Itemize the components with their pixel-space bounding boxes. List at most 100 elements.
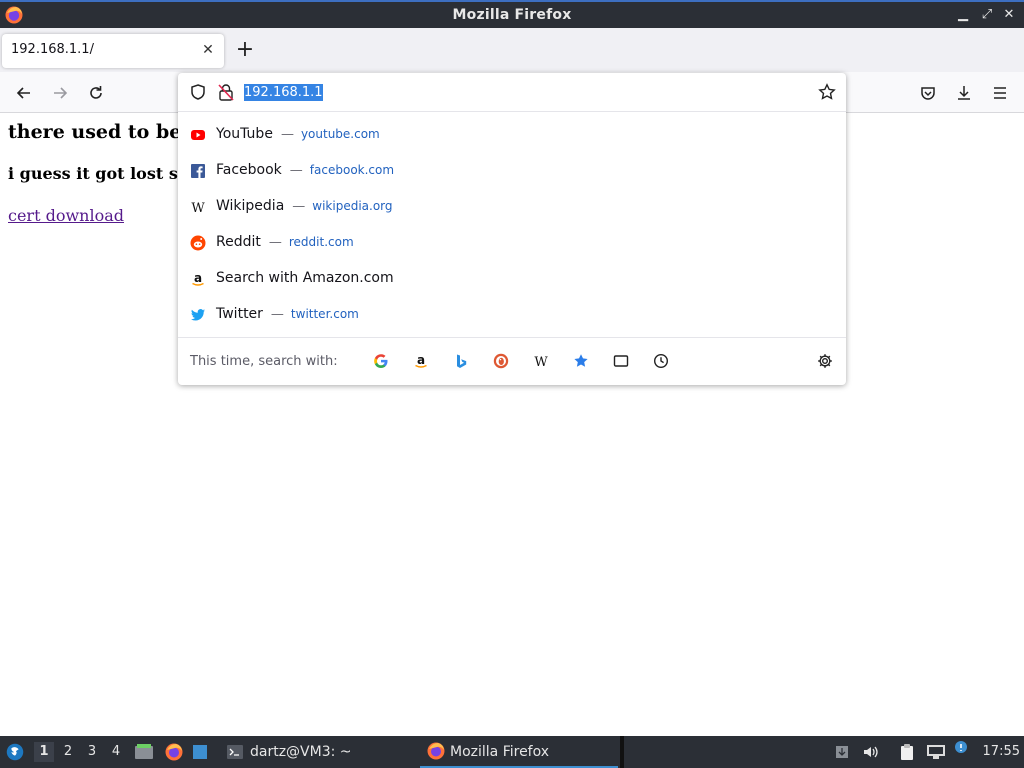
menu-button[interactable] <box>987 80 1013 106</box>
facebook-icon <box>191 164 205 178</box>
suggestion-facebook[interactable]: Facebook — facebook.com <box>184 154 840 188</box>
suggestion-title: Wikipedia <box>216 198 285 214</box>
bookmark-star-icon[interactable] <box>818 83 836 101</box>
urlbar-dropdown: 192.168.1.1 YouTube — youtube.com Facebook… <box>178 73 846 385</box>
suggestion-title: Search with Amazon.com <box>216 270 394 286</box>
tray-volume[interactable] <box>862 736 882 768</box>
tray-updates[interactable] <box>834 736 852 768</box>
suggestion-twitter[interactable]: Twitter — twitter.com <box>184 298 840 332</box>
workspace-1[interactable]: 1 <box>34 742 54 762</box>
amazon-icon: a <box>192 271 204 286</box>
bookmarks-icon <box>574 354 588 367</box>
gear-icon <box>818 354 832 368</box>
twitter-icon <box>191 309 205 321</box>
search-engine-bing[interactable] <box>450 350 472 372</box>
tray-notifications[interactable] <box>952 736 972 768</box>
insecure-lock-icon[interactable] <box>218 83 234 101</box>
pocket-button[interactable] <box>915 80 941 106</box>
one-off-search-label: This time, search with: <box>190 354 338 369</box>
history-icon <box>653 353 669 369</box>
search-history-button[interactable] <box>650 350 672 372</box>
back-button[interactable] <box>11 80 37 106</box>
search-engine-google[interactable] <box>370 350 392 372</box>
info-icon <box>955 741 967 753</box>
suggestion-url: twitter.com <box>290 307 359 321</box>
suggestion-title: Twitter <box>216 306 263 322</box>
page-heading: there used to be <box>8 121 182 143</box>
suggestion-url: reddit.com <box>288 235 354 249</box>
suggestion-url: youtube.com <box>300 127 380 141</box>
youtube-icon <box>191 130 205 140</box>
package-icon <box>836 746 848 758</box>
desktop-icon <box>193 745 207 759</box>
duckduckgo-icon <box>493 353 509 369</box>
task-label: dartz@VM3: ~ <box>250 744 352 760</box>
tabs-icon <box>613 355 629 367</box>
suggestion-amazon-search[interactable]: a Search with Amazon.com <box>184 262 840 296</box>
url-input[interactable]: 192.168.1.1 <box>244 84 323 101</box>
one-off-search-bar: This time, search with: a W <box>178 337 846 385</box>
svg-text:a: a <box>417 353 425 367</box>
tab-strip: 192.168.1.1/ ✕ + <box>0 28 1024 72</box>
download-icon <box>958 86 970 100</box>
file-manager-launcher[interactable] <box>134 736 156 768</box>
amazon-icon: a <box>415 353 427 368</box>
urlbar[interactable]: 192.168.1.1 <box>178 73 846 112</box>
search-engine-duckduckgo[interactable] <box>490 350 512 372</box>
reload-icon <box>90 86 102 99</box>
new-tab-button[interactable]: + <box>232 38 258 64</box>
volume-icon <box>864 746 878 758</box>
svg-text:a: a <box>194 271 202 285</box>
minimize-button[interactable]: ▁ <box>954 6 972 24</box>
search-tabs-button[interactable] <box>610 350 632 372</box>
window-titlebar[interactable]: Mozilla Firefox ▁ ⤢ ✕ <box>0 0 1024 28</box>
task-firefox[interactable]: Mozilla Firefox <box>420 736 618 768</box>
workspace-3[interactable]: 3 <box>82 742 102 762</box>
suggestion-title: Reddit <box>216 234 261 250</box>
suggestion-reddit[interactable]: Reddit — reddit.com <box>184 226 840 260</box>
search-engine-amazon[interactable]: a <box>410 350 432 372</box>
wikipedia-icon: W <box>191 201 205 215</box>
search-bookmarks-button[interactable] <box>570 350 592 372</box>
folder-icon <box>135 744 153 759</box>
tab-title: 192.168.1.1/ <box>11 42 94 57</box>
network-icon <box>927 745 945 759</box>
suggestion-youtube[interactable]: YouTube — youtube.com <box>184 118 840 152</box>
back-arrow-icon <box>16 87 30 99</box>
firefox-launcher[interactable] <box>164 736 186 768</box>
taskbar-separator <box>620 736 624 768</box>
workspace-4[interactable]: 4 <box>106 742 126 762</box>
taskbar-clock[interactable]: 17:55 <box>983 736 1020 768</box>
bing-icon <box>457 354 467 368</box>
maximize-button[interactable]: ⤢ <box>978 6 996 24</box>
terminal-icon <box>227 745 243 759</box>
task-terminal[interactable]: dartz@VM3: ~ <box>218 736 414 768</box>
forward-button[interactable] <box>47 80 73 106</box>
tab-active[interactable]: 192.168.1.1/ ✕ <box>2 34 224 68</box>
taskbar: 1 2 3 4 dartz@VM3: ~ Mozilla Firefox 17:… <box>0 736 1024 768</box>
tracking-protection-shield-icon[interactable] <box>189 83 207 101</box>
hamburger-menu-icon <box>994 87 1006 99</box>
pocket-icon <box>921 87 935 100</box>
clipboard-icon <box>901 744 913 760</box>
tab-close-button[interactable]: ✕ <box>200 41 216 59</box>
suggestion-url: facebook.com <box>309 163 395 177</box>
google-icon <box>374 354 388 369</box>
window-title: Mozilla Firefox <box>452 7 572 23</box>
cert-download-link[interactable]: cert download <box>8 206 124 225</box>
tray-clipboard[interactable] <box>898 736 920 768</box>
wikipedia-icon: W <box>534 355 548 370</box>
search-settings-button[interactable] <box>814 350 836 372</box>
suggestion-url: wikipedia.org <box>312 199 393 213</box>
start-menu-button[interactable] <box>4 736 28 768</box>
close-window-button[interactable]: ✕ <box>1000 6 1018 24</box>
task-label: Mozilla Firefox <box>450 744 550 760</box>
workspace-2[interactable]: 2 <box>58 742 78 762</box>
distro-logo-icon <box>6 743 24 761</box>
tray-network[interactable] <box>926 736 948 768</box>
reload-button[interactable] <box>83 80 109 106</box>
suggestion-wikipedia[interactable]: W Wikipedia — wikipedia.org <box>184 190 840 224</box>
search-engine-wikipedia[interactable]: W <box>530 350 552 372</box>
downloads-button[interactable] <box>951 80 977 106</box>
show-desktop-button[interactable] <box>192 736 210 768</box>
